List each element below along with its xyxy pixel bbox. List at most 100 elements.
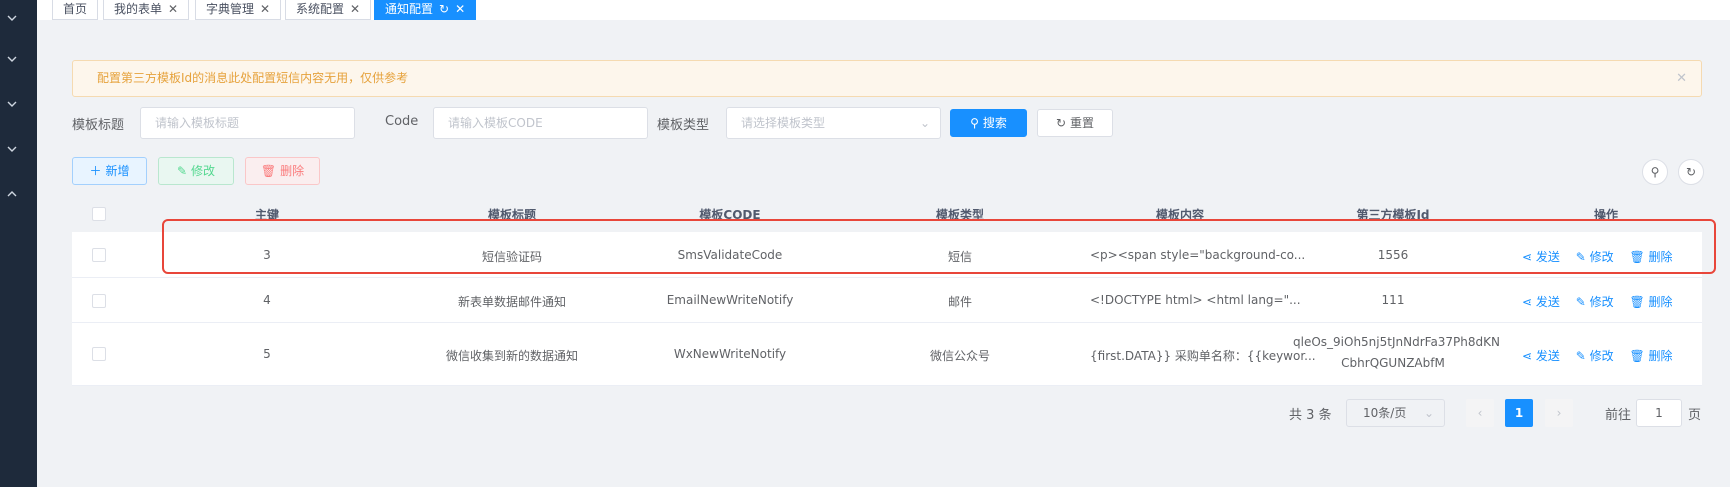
cell-code: EmailNewWriteNotify xyxy=(666,293,794,307)
chevron-down-icon: ⌄ xyxy=(1423,406,1434,420)
tab-dictionary[interactable]: 字典管理 ✕ xyxy=(195,0,282,20)
send-label: 发送 xyxy=(1535,349,1560,363)
chevron-down-icon[interactable] xyxy=(6,143,18,155)
cell-type: 邮件 xyxy=(947,295,972,309)
code-label: Code xyxy=(385,114,419,129)
page-suffix: 页 xyxy=(1688,408,1702,423)
pencil-icon: ✎ xyxy=(176,164,188,178)
button-label: 修改 xyxy=(191,164,216,178)
button-label: 删除 xyxy=(280,164,305,178)
pagination-total: 共 3 条 xyxy=(1289,408,1332,423)
send-label: 发送 xyxy=(1535,295,1560,309)
tab-my-forms[interactable]: 我的表单 ✕ xyxy=(103,0,190,20)
send-link[interactable]: ⋖ 发送 xyxy=(1522,349,1560,363)
row-checkbox[interactable] xyxy=(92,347,106,361)
code-search-input[interactable]: 请输入模板CODE xyxy=(433,107,648,139)
placeholder: 请输入模板标题 xyxy=(155,116,240,130)
chevron-down-icon[interactable] xyxy=(6,12,18,24)
goto-page-input[interactable]: 1 xyxy=(1636,399,1682,427)
cell-content: <!DOCTYPE html> <html lang="... xyxy=(1090,293,1301,307)
button-label: 重置 xyxy=(1070,116,1095,130)
cell-id: 5 xyxy=(263,347,271,361)
tab-label: 系统配置 xyxy=(296,2,345,16)
type-select[interactable]: 请选择模板类型 ⌄ xyxy=(726,107,941,139)
button-label: 搜索 xyxy=(982,116,1007,130)
refresh-table-button[interactable]: ↻ xyxy=(1678,159,1704,185)
cell-title: 新表单数据邮件通知 xyxy=(457,295,566,309)
close-icon[interactable]: ✕ xyxy=(350,0,360,18)
cell-content: {first.DATA}} 采购单名称：{{keywor... xyxy=(1090,349,1316,363)
left-sidebar xyxy=(0,0,37,487)
close-icon[interactable]: ✕ xyxy=(260,0,270,18)
cell-type: 微信公众号 xyxy=(929,349,990,363)
delete-link[interactable]: 🗑 删除 xyxy=(1629,295,1672,309)
tab-label: 首页 xyxy=(63,2,88,16)
tab-system-config[interactable]: 系统配置 ✕ xyxy=(285,0,372,20)
cell-title: 微信收集到新的数据通知 xyxy=(445,349,578,363)
search-icon: ⚲ xyxy=(1650,165,1660,179)
cell-third-id-cont: CbhrQGUNZAbfM xyxy=(1341,356,1445,370)
edit-button[interactable]: ✎ 修改 xyxy=(158,157,234,185)
delete-label: 删除 xyxy=(1648,349,1673,363)
alert-text: 配置第三方模板Id的消息此处配置短信内容无用，仅供参考 xyxy=(97,71,409,85)
send-link[interactable]: ⋖ 发送 xyxy=(1522,295,1560,309)
button-label: 新增 xyxy=(105,164,130,178)
cell-third-id: 111 xyxy=(1381,293,1405,307)
delete-button[interactable]: 🗑 删除 xyxy=(245,157,320,185)
tab-notify-config[interactable]: 通知配置 ↻ ✕ xyxy=(374,0,477,20)
row-ops: ⋖ 发送 ✎ 修改 🗑 删除 xyxy=(1522,293,1685,310)
add-button[interactable]: ＋新增 xyxy=(72,157,147,185)
search-icon: ⚲ xyxy=(970,116,979,130)
page-number-current[interactable]: 1 xyxy=(1505,399,1533,427)
row-ops: ⋖ 发送 ✎ 修改 🗑 删除 xyxy=(1522,347,1685,364)
prev-page-button[interactable]: ‹ xyxy=(1466,399,1494,427)
edit-link[interactable]: ✎ 修改 xyxy=(1576,349,1614,363)
cell-third-id: qleOs_9iOh5nj5tJnNdrFa37Ph8dKN xyxy=(1293,335,1500,349)
title-search-input[interactable]: 请输入模板标题 xyxy=(140,107,355,139)
refresh-icon: ↻ xyxy=(1685,165,1697,179)
title-label: 模板标题 xyxy=(72,118,125,133)
close-icon[interactable]: ✕ xyxy=(455,0,465,18)
refresh-icon: ↻ xyxy=(1055,116,1067,130)
table-row: 5 微信收集到新的数据通知 WxNewWriteNotify 微信公众号 {fi… xyxy=(72,323,1702,386)
search-button[interactable]: ⚲ 搜索 xyxy=(950,109,1027,137)
reset-button[interactable]: ↻ 重置 xyxy=(1037,109,1113,137)
close-icon[interactable]: ✕ xyxy=(168,0,178,18)
goto-label: 前往 xyxy=(1605,408,1632,423)
page-size-select[interactable]: 10条/页 ⌄ xyxy=(1346,399,1445,427)
edit-label: 修改 xyxy=(1589,349,1614,363)
placeholder: 请输入模板CODE xyxy=(448,116,543,130)
tab-label: 字典管理 xyxy=(206,2,255,16)
delete-link[interactable]: 🗑 删除 xyxy=(1629,349,1672,363)
edit-label: 修改 xyxy=(1589,295,1614,309)
edit-link[interactable]: ✎ 修改 xyxy=(1576,295,1614,309)
warning-alert: 配置第三方模板Id的消息此处配置短信内容无用，仅供参考 ✕ xyxy=(72,60,1702,97)
cell-code: WxNewWriteNotify xyxy=(673,347,787,361)
toggle-search-button[interactable]: ⚲ xyxy=(1642,159,1668,185)
placeholder: 请选择模板类型 xyxy=(741,116,826,130)
close-icon[interactable]: ✕ xyxy=(1676,61,1687,96)
chevron-down-icon[interactable] xyxy=(6,53,18,65)
chevron-down-icon: ⌄ xyxy=(919,116,930,130)
page-size-value: 10条/页 xyxy=(1363,406,1407,420)
tab-label: 我的表单 xyxy=(114,2,163,16)
row-checkbox[interactable] xyxy=(92,294,106,308)
type-label: 模板类型 xyxy=(657,118,710,133)
cell-id: 4 xyxy=(263,293,271,307)
trash-icon: 🗑 xyxy=(260,164,277,178)
chevron-left-icon: ‹ xyxy=(1477,406,1483,420)
table-row: 4 新表单数据邮件通知 EmailNewWriteNotify 邮件 <!DOC… xyxy=(72,278,1702,323)
refresh-icon[interactable]: ↻ xyxy=(439,0,449,18)
tabs-bar: 首页 我的表单 ✕ 字典管理 ✕ 系统配置 ✕ 通知配置 ↻ ✕ xyxy=(37,0,1730,20)
next-page-button[interactable]: › xyxy=(1545,399,1573,427)
row-checkbox[interactable] xyxy=(92,248,106,262)
delete-label: 删除 xyxy=(1648,295,1673,309)
chevron-down-icon[interactable] xyxy=(6,98,18,110)
row-highlight-box xyxy=(162,219,1716,274)
select-all-checkbox[interactable] xyxy=(92,207,106,221)
plus-icon: ＋ xyxy=(89,164,102,178)
chevron-up-icon[interactable] xyxy=(6,188,18,200)
tab-label: 通知配置 xyxy=(385,2,434,16)
tab-home[interactable]: 首页 xyxy=(52,0,99,20)
chevron-right-icon: › xyxy=(1556,406,1562,420)
